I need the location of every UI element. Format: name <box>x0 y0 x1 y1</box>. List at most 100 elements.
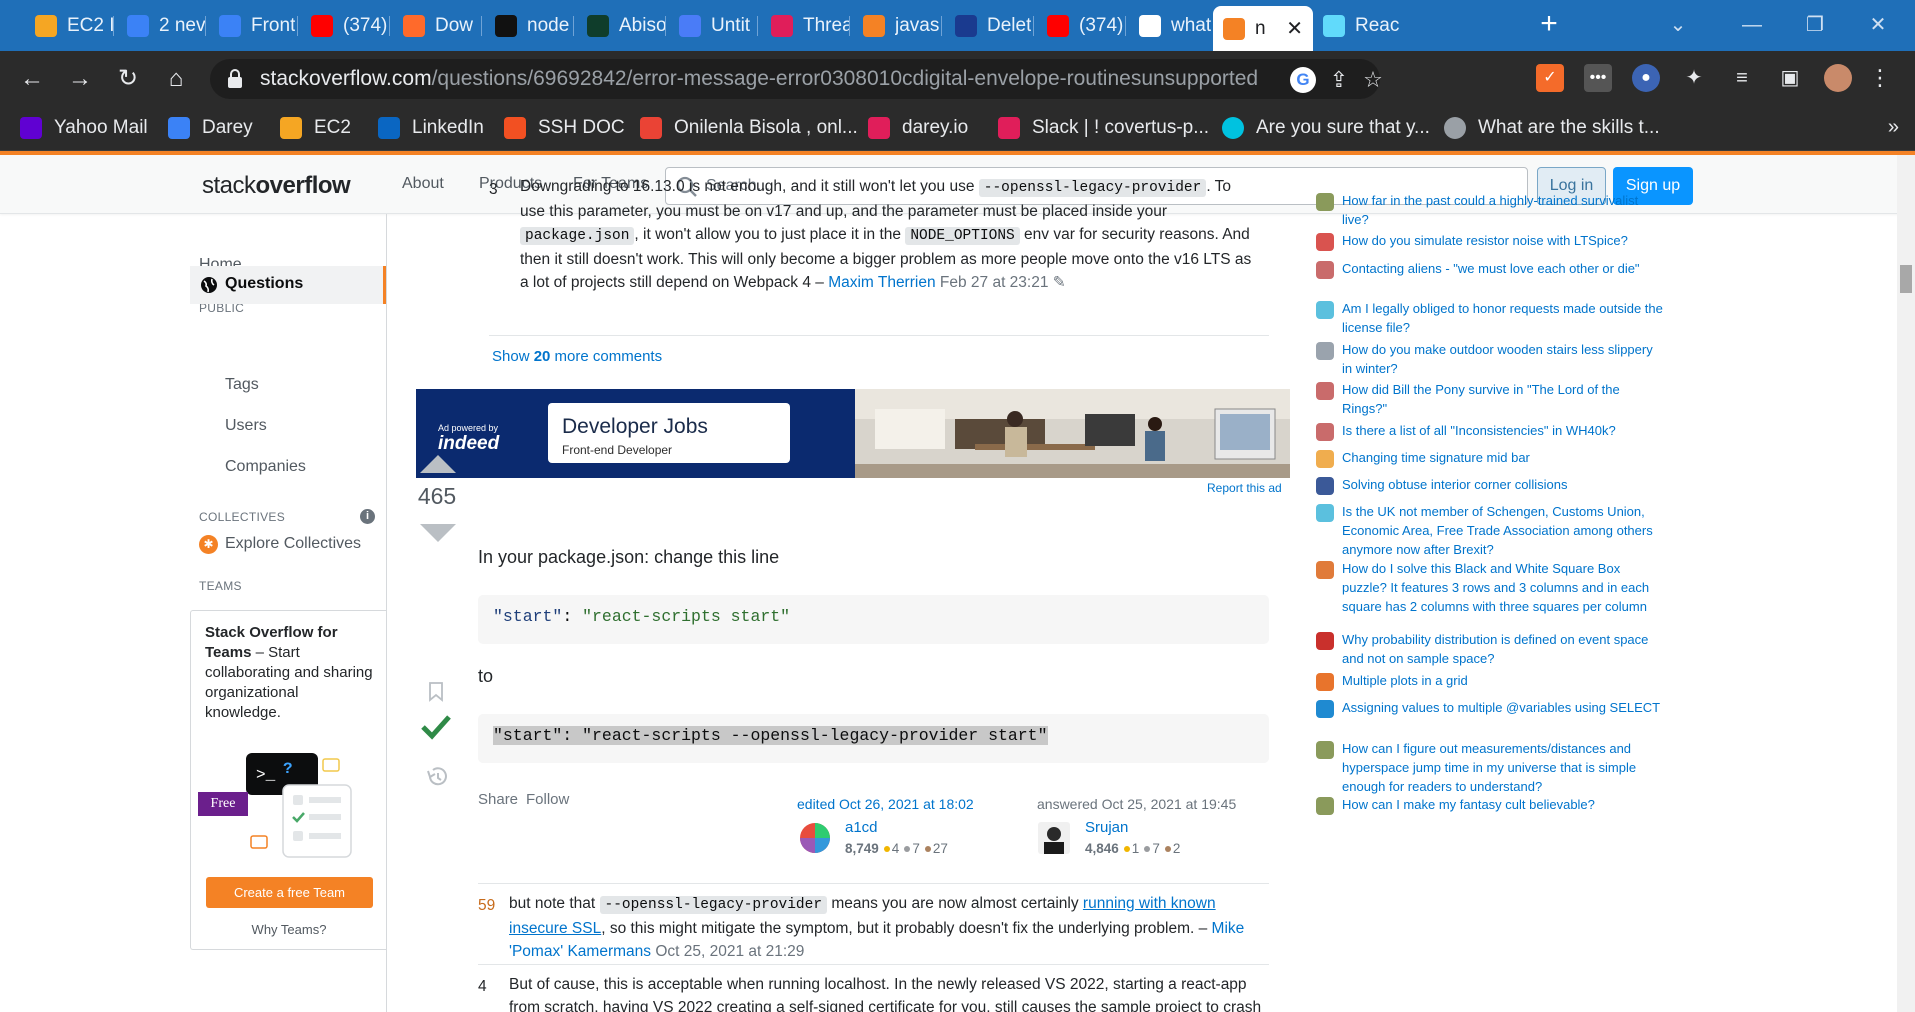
hot-question-item[interactable]: Assigning values to multiple @variables … <box>1316 698 1666 718</box>
restore-icon[interactable]: ❐ <box>1795 8 1835 42</box>
share-link[interactable]: Share <box>478 791 518 808</box>
more-bookmarks-icon[interactable]: » <box>1888 116 1899 139</box>
nav-about[interactable]: About <box>402 175 444 193</box>
extension-shield-icon[interactable]: ● <box>1632 64 1660 92</box>
hot-question-link[interactable]: How do you make outdoor wooden stairs le… <box>1342 340 1666 378</box>
browser-tab[interactable]: (374) <box>301 6 389 45</box>
browser-tab[interactable]: n ✕ <box>1213 6 1313 51</box>
bookmark-item[interactable]: Slack | ! covertus-p... <box>998 114 1209 142</box>
google-lens-icon[interactable]: G <box>1290 67 1316 93</box>
nav-companies[interactable]: Companies <box>225 458 306 476</box>
info-icon[interactable]: i <box>360 509 375 524</box>
side-panel-icon[interactable]: ▣ <box>1776 64 1804 92</box>
bookmark-icon[interactable] <box>428 682 444 702</box>
close-tab-icon[interactable]: ✕ <box>1286 16 1303 41</box>
page-scrollbar[interactable] <box>1897 155 1915 1012</box>
hot-question-link[interactable]: How did Bill the Pony survive in "The Lo… <box>1342 380 1666 418</box>
forward-icon[interactable]: → <box>64 63 96 95</box>
bookmark-item[interactable]: Darey <box>168 114 253 142</box>
reload-icon[interactable]: ↻ <box>112 63 144 95</box>
hot-question-link[interactable]: Am I legally obliged to honor requests m… <box>1342 299 1666 337</box>
bookmark-item[interactable]: EC2 <box>280 114 351 142</box>
hot-question-item[interactable]: Changing time signature mid bar <box>1316 448 1666 468</box>
browser-tab[interactable]: what <box>1129 6 1217 45</box>
edited-timestamp[interactable]: edited Oct 26, 2021 at 18:02 <box>797 796 974 812</box>
hot-question-link[interactable]: How can I figure out measurements/distan… <box>1342 739 1666 796</box>
bookmark-item[interactable]: Onilenla Bisola , onl... <box>640 114 858 142</box>
new-tab-button[interactable]: + <box>1534 9 1564 40</box>
hot-question-link[interactable]: Solving obtuse interior corner collision… <box>1342 475 1567 495</box>
extensions-puzzle-icon[interactable]: ✦ <box>1680 64 1708 92</box>
share-icon[interactable]: ⇪ <box>1326 67 1352 93</box>
scrollbar-thumb[interactable] <box>1900 265 1912 293</box>
ad-banner[interactable]: Ad powered by indeed Developer Jobs Fron… <box>416 389 1290 478</box>
hot-question-item[interactable]: How do I solve this Black and White Squa… <box>1316 559 1666 616</box>
hot-question-item[interactable]: Contacting aliens - "we must love each o… <box>1316 259 1666 279</box>
follow-link[interactable]: Follow <box>526 791 569 808</box>
profile-avatar[interactable] <box>1824 64 1852 92</box>
browser-tab[interactable]: Abiso <box>577 6 665 45</box>
hot-question-item[interactable]: How did Bill the Pony survive in "The Lo… <box>1316 380 1666 418</box>
bookmark-item[interactable]: LinkedIn <box>378 114 484 142</box>
hot-question-link[interactable]: How can I make my fantasy cult believabl… <box>1342 795 1595 815</box>
browser-tab[interactable]: node <box>485 6 573 45</box>
browser-tab[interactable]: Delet <box>945 6 1033 45</box>
star-bookmark-icon[interactable]: ☆ <box>1360 67 1386 93</box>
hot-question-item[interactable]: How can I figure out measurements/distan… <box>1316 739 1666 796</box>
nav-tags[interactable]: Tags <box>225 376 259 394</box>
home-icon[interactable]: ⌂ <box>160 63 192 95</box>
browser-tab[interactable]: EC2 I <box>25 6 113 45</box>
hot-question-item[interactable]: Am I legally obliged to honor requests m… <box>1316 299 1666 337</box>
nav-users[interactable]: Users <box>225 417 267 435</box>
comment-author-link[interactable]: Maxim Therrien <box>828 274 935 291</box>
browser-tab[interactable]: Front <box>209 6 297 45</box>
browser-tab[interactable]: Reac <box>1313 6 1401 45</box>
hot-question-link[interactable]: Is there a list of all "Inconsistencies"… <box>1342 421 1616 441</box>
browser-tab[interactable]: Dow <box>393 6 481 45</box>
hot-question-link[interactable]: How do I solve this Black and White Squa… <box>1342 559 1666 616</box>
bookmark-item[interactable]: Yahoo Mail <box>20 114 148 142</box>
hot-question-item[interactable]: How do you make outdoor wooden stairs le… <box>1316 340 1666 378</box>
hot-question-item[interactable]: Solving obtuse interior corner collision… <box>1316 475 1666 495</box>
hot-question-link[interactable]: Is the UK not member of Schengen, Custom… <box>1342 502 1666 559</box>
address-bar[interactable]: stackoverflow.com/questions/69692842/err… <box>210 59 1383 99</box>
extension-todoist-icon[interactable]: ✓ <box>1536 64 1564 92</box>
browser-tab[interactable]: 2 nev <box>117 6 205 45</box>
history-icon[interactable] <box>425 766 449 788</box>
why-teams-link[interactable]: Why Teams? <box>191 922 387 937</box>
tab-search-icon[interactable]: ⌄ <box>1658 8 1698 42</box>
editor-avatar[interactable] <box>799 822 831 854</box>
bookmark-item[interactable]: SSH DOC <box>504 114 625 142</box>
hot-question-item[interactable]: How far in the past could a highly-train… <box>1316 191 1666 229</box>
media-control-icon[interactable]: ≡ <box>1728 64 1756 92</box>
hot-question-item[interactable]: How do you simulate resistor noise with … <box>1316 231 1666 251</box>
create-team-button[interactable]: Create a free Team <box>206 877 373 908</box>
bookmark-item[interactable]: What are the skills t... <box>1444 114 1660 142</box>
extension-dots-icon[interactable]: ••• <box>1584 64 1612 92</box>
hot-question-link[interactable]: How far in the past could a highly-train… <box>1342 191 1666 229</box>
close-window-icon[interactable]: ✕ <box>1858 8 1898 42</box>
hot-question-link[interactable]: Assigning values to multiple @variables … <box>1342 698 1660 718</box>
hot-question-item[interactable]: Why probability distribution is defined … <box>1316 630 1666 668</box>
hot-question-link[interactable]: Multiple plots in a grid <box>1342 671 1468 691</box>
nav-explore-collectives[interactable]: Explore Collectives <box>225 535 361 553</box>
so-logo[interactable]: stackoverflow <box>198 167 351 205</box>
hot-question-link[interactable]: Changing time signature mid bar <box>1342 448 1530 468</box>
hot-question-item[interactable]: Is there a list of all "Inconsistencies"… <box>1316 421 1666 441</box>
browser-tab[interactable]: javas <box>853 6 941 45</box>
kebab-menu-icon[interactable]: ⋮ <box>1866 64 1894 92</box>
nav-questions[interactable]: Questions <box>190 266 386 304</box>
editor-name[interactable]: a1cd <box>845 819 878 836</box>
hot-question-item[interactable]: Multiple plots in a grid <box>1316 671 1666 691</box>
minimize-icon[interactable]: — <box>1732 8 1772 42</box>
hot-question-item[interactable]: How can I make my fantasy cult believabl… <box>1316 795 1666 815</box>
upvote-arrow-icon[interactable] <box>418 453 458 475</box>
downvote-arrow-icon[interactable] <box>418 522 458 544</box>
hot-question-link[interactable]: Contacting aliens - "we must love each o… <box>1342 259 1640 279</box>
hot-question-item[interactable]: Is the UK not member of Schengen, Custom… <box>1316 502 1666 559</box>
author-name[interactable]: Srujan <box>1085 819 1128 836</box>
browser-tab[interactable]: (374) <box>1037 6 1125 45</box>
bookmark-item[interactable]: Are you sure that y... <box>1222 114 1430 142</box>
browser-tab[interactable]: Untit <box>669 6 757 45</box>
hot-question-link[interactable]: Why probability distribution is defined … <box>1342 630 1666 668</box>
